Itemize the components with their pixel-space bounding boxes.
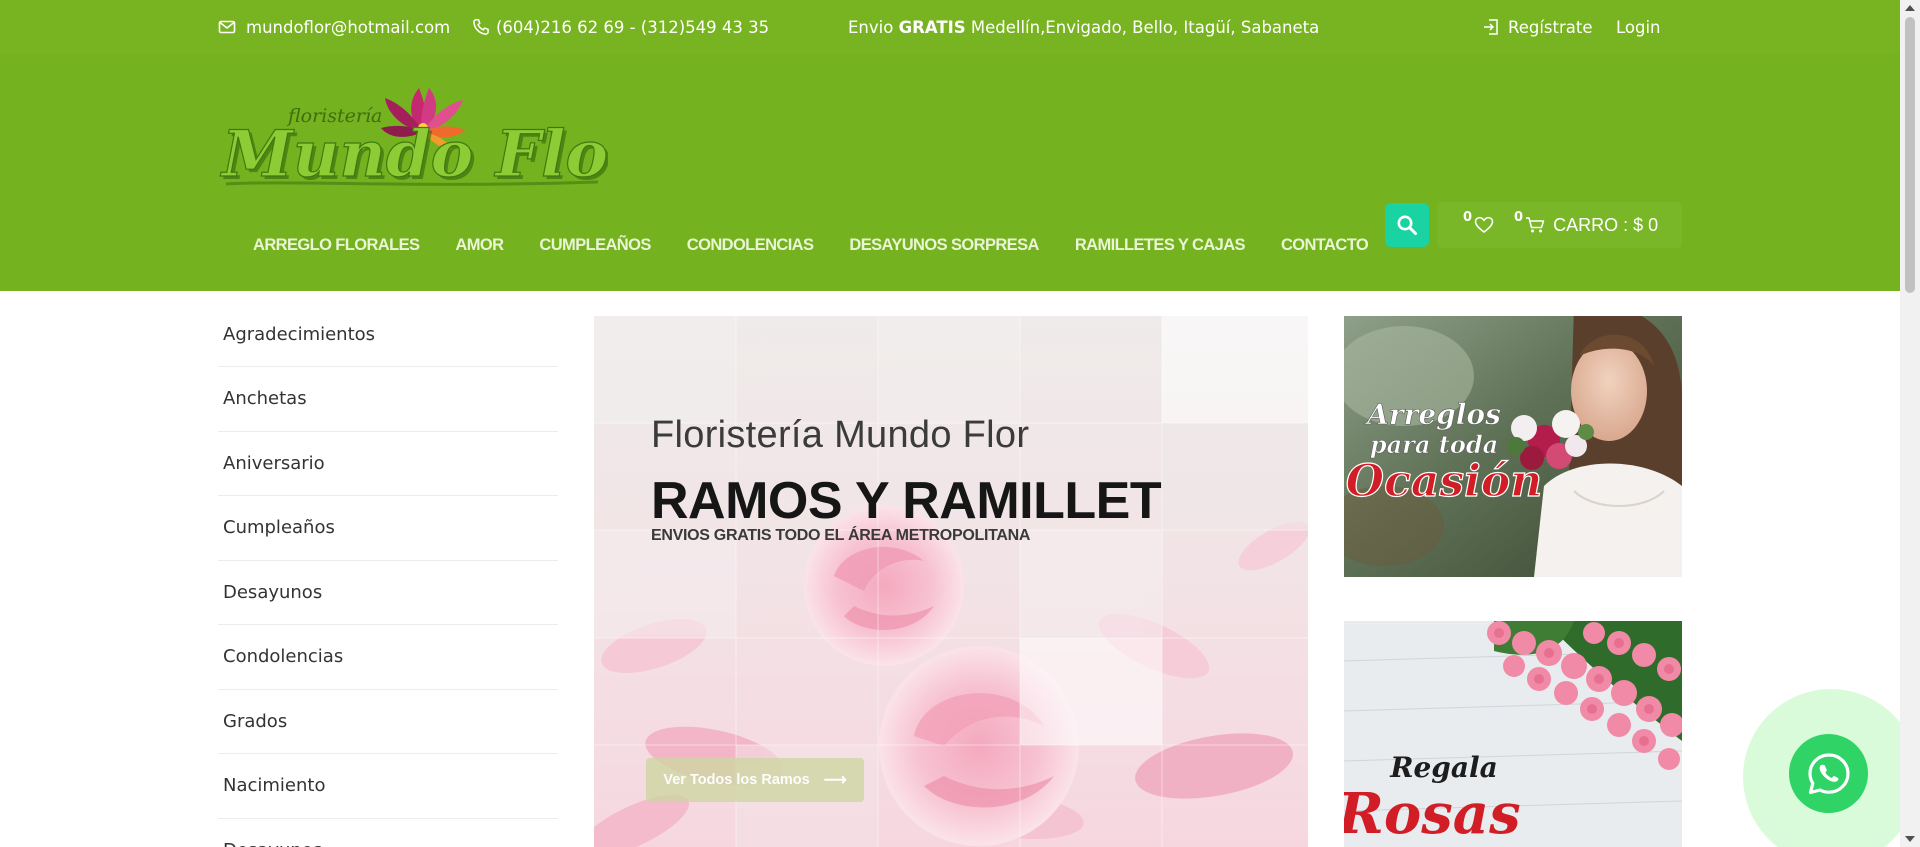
banner-arrangements-image: Arreglos para toda Ocasión — [1344, 316, 1682, 577]
page-scrollbar[interactable] — [1900, 0, 1920, 847]
hero-slider[interactable]: Floristería Mundo Flor RAMOS Y RAMILLET E… — [594, 316, 1308, 847]
category-item[interactable]: Grados — [218, 690, 558, 754]
logo-graphic: Mundo Flor Mundo Flor floristería — [219, 88, 649, 195]
banner2-line1: Regala — [1389, 751, 1498, 784]
shipping-bold: GRATIS — [898, 17, 966, 37]
top-bar: mundoflor@hotmail.com (604)216 62 69 - (… — [0, 0, 1900, 54]
banner-roses[interactable]: Regala Rosas — [1344, 621, 1682, 847]
cart-icon — [1526, 217, 1545, 233]
scroll-up-arrow-icon[interactable] — [1905, 5, 1915, 11]
cart-box: 0 0 CARRO : $ 0 — [1437, 202, 1682, 248]
mail-icon — [218, 18, 236, 36]
phone-text: (604)216 62 69 - (312)549 43 35 — [496, 17, 770, 37]
scrollbar-thumb[interactable] — [1905, 17, 1915, 293]
hero-subtitle: Floristería Mundo Flor — [651, 414, 1030, 456]
hero-title: RAMOS Y RAMILLETES — [651, 472, 1164, 530]
category-sidebar: Agradecimientos Anchetas Aniversario Cum… — [218, 316, 558, 847]
cart-count: 0 — [1514, 209, 1524, 225]
nav-cumpleanos[interactable]: CUMPLEAÑOS — [539, 236, 651, 255]
nav-condolencias[interactable]: CONDOLENCIAS — [687, 236, 814, 255]
nav-arreglo-florales[interactable]: ARREGLO FLORALES — [253, 236, 420, 255]
shipping-note: Envio GRATIS Medellín,Envigado, Bello, I… — [848, 0, 1319, 54]
main-nav: ARREGLO FLORALES AMOR CUMPLEAÑOS CONDOLE… — [253, 228, 1404, 262]
register-label: Regístrate — [1508, 17, 1593, 37]
view-all-bouquets-button[interactable]: Ver Todos los Ramos ⟶ — [646, 758, 864, 802]
phone-icon — [472, 18, 490, 36]
contact-phone[interactable]: (604)216 62 69 - (312)549 43 35 — [472, 0, 769, 54]
contact-email[interactable]: mundoflor@hotmail.com — [218, 0, 450, 54]
whatsapp-button[interactable] — [1789, 734, 1868, 813]
wishlist-count: 0 — [1463, 209, 1473, 225]
cta-label: Ver Todos los Ramos — [663, 772, 810, 788]
register-link[interactable]: Regístrate — [1482, 0, 1593, 54]
whatsapp-icon — [1807, 752, 1850, 794]
category-item[interactable]: Desayunos — [218, 819, 558, 847]
register-icon — [1482, 18, 1500, 36]
logo-text: Mundo Flor — [220, 117, 608, 192]
category-item[interactable]: Aniversario — [218, 432, 558, 496]
category-item[interactable]: Nacimiento — [218, 754, 558, 819]
banner1-line3: Ocasión — [1346, 456, 1542, 507]
site-header: Mundo Flor Mundo Flor floristería ARREGL… — [0, 54, 1900, 291]
category-item[interactable]: Agradecimientos — [218, 316, 558, 367]
search-icon — [1397, 215, 1417, 235]
email-text: mundoflor@hotmail.com — [246, 17, 451, 37]
heart-icon — [1474, 216, 1494, 233]
hero-text-clip: Floristería Mundo Flor RAMOS Y RAMILLET E… — [594, 316, 1164, 596]
login-link[interactable]: Login — [1616, 0, 1661, 54]
cart-button[interactable]: 0 CARRO : $ 0 — [1514, 210, 1659, 236]
shipping-prefix: Envio — [848, 17, 894, 37]
category-item[interactable]: Anchetas — [218, 367, 558, 432]
banner2-line2: Rosas — [1344, 781, 1521, 847]
banner1-line2: para toda — [1370, 430, 1498, 459]
category-item[interactable]: Desayunos — [218, 561, 558, 625]
banner-arrangements[interactable]: Arreglos para toda Ocasión — [1344, 316, 1682, 577]
login-label: Login — [1616, 17, 1661, 37]
nav-desayunos-sorpresa[interactable]: DESAYUNOS SORPRESA — [849, 236, 1039, 255]
category-item[interactable]: Condolencias — [218, 625, 558, 690]
wishlist-button[interactable]: 0 — [1463, 210, 1494, 234]
cart-label: CARRO : $ 0 — [1553, 214, 1659, 235]
logo-small-text: floristería — [286, 105, 382, 127]
scroll-down-arrow-icon[interactable] — [1905, 836, 1915, 842]
category-item[interactable]: Cumpleaños — [218, 496, 558, 561]
search-button[interactable] — [1385, 203, 1429, 247]
site-logo[interactable]: Mundo Flor Mundo Flor floristería — [218, 84, 649, 204]
banner-roses-image: Regala Rosas — [1344, 621, 1682, 847]
arrow-right-icon: ⟶ — [823, 772, 847, 789]
nav-contacto[interactable]: CONTACTO — [1281, 236, 1369, 255]
banner1-line1: Arreglos — [1364, 398, 1501, 431]
nav-amor[interactable]: AMOR — [455, 236, 504, 255]
nav-ramilletes-y-cajas[interactable]: RAMILLETES Y CAJAS — [1075, 236, 1246, 255]
hero-tagline: ENVIOS GRATIS TODO EL ÁREA METROPOLITANA — [651, 527, 1031, 544]
shipping-areas: Medellín,Envigado, Bello, Itagüí, Sabane… — [970, 17, 1320, 37]
